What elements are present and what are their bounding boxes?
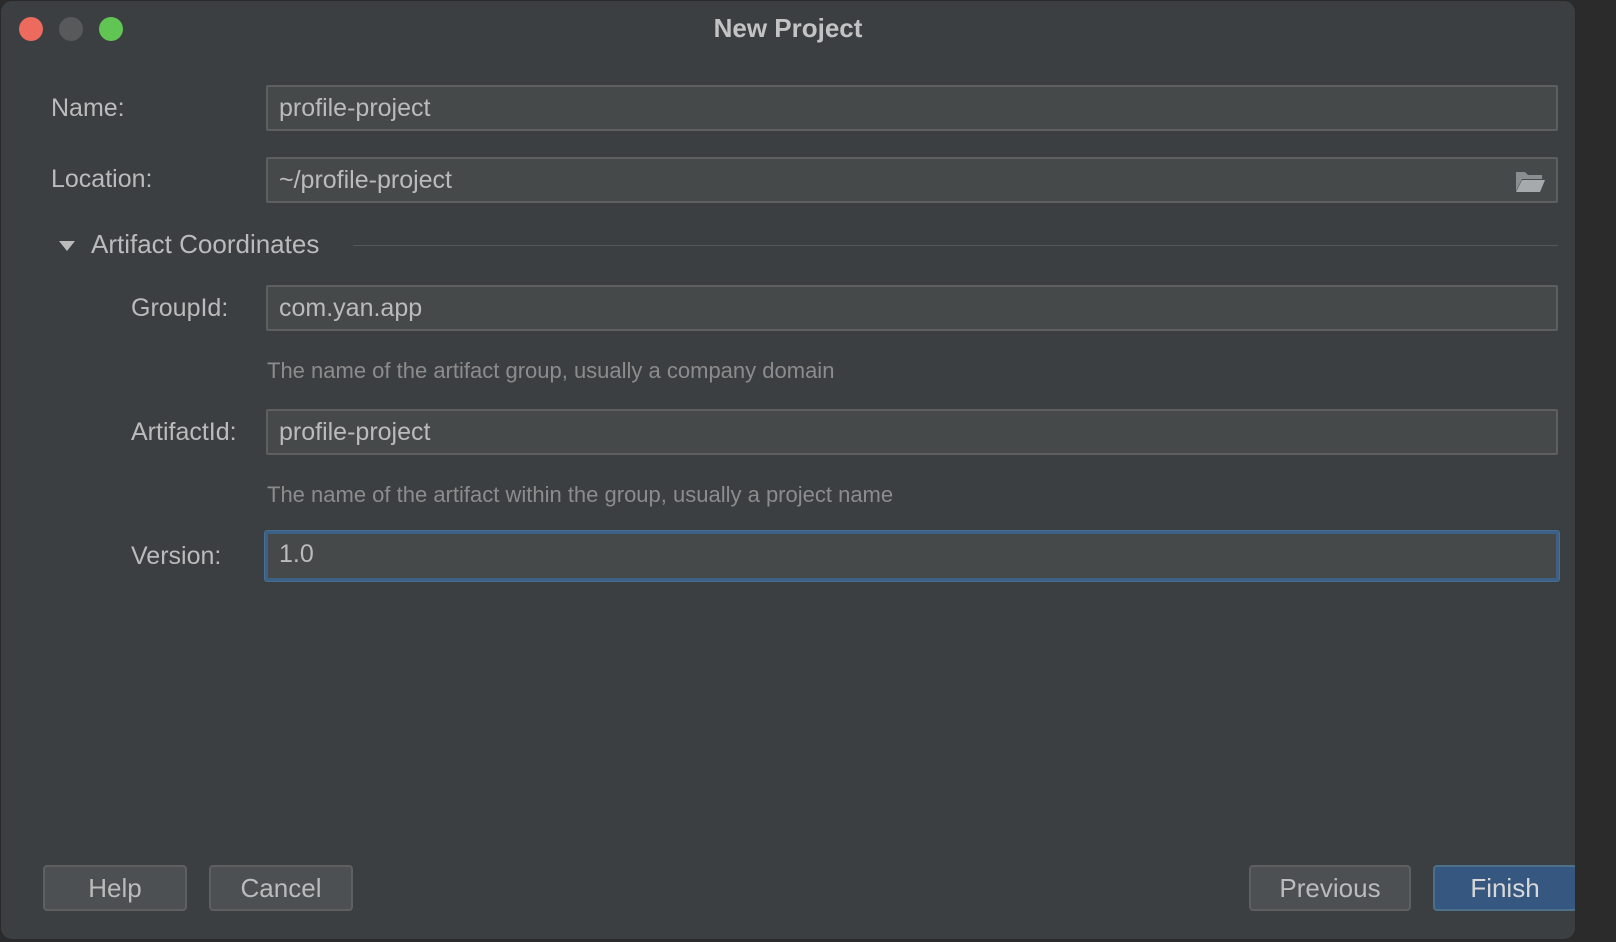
finish-button[interactable]: Finish xyxy=(1433,865,1575,911)
collapse-chevron-icon[interactable] xyxy=(57,239,77,253)
groupid-hint: The name of the artifact group, usually … xyxy=(267,358,835,383)
artifact-coordinates-title[interactable]: Artifact Coordinates xyxy=(91,229,319,260)
groupid-label: GroupId: xyxy=(131,294,229,322)
version-field[interactable]: 1.0 xyxy=(265,531,1559,581)
cancel-button[interactable]: Cancel xyxy=(209,865,353,911)
title-bar[interactable]: New Project xyxy=(1,1,1575,55)
new-project-dialog: New Project Name: profile-project Locati… xyxy=(0,0,1576,940)
window-title: New Project xyxy=(713,13,863,43)
location-value: ~/profile-project xyxy=(279,166,452,194)
version-label: Version: xyxy=(131,542,222,570)
location-label: Location: xyxy=(51,165,153,193)
artifactid-field[interactable]: profile-project xyxy=(266,409,1558,455)
section-divider xyxy=(353,245,1558,246)
name-label: Name: xyxy=(51,94,125,122)
location-field[interactable]: ~/profile-project xyxy=(266,157,1558,203)
name-field[interactable]: profile-project xyxy=(266,85,1558,131)
artifactid-hint: The name of the artifact within the grou… xyxy=(267,482,894,507)
help-button[interactable]: Help xyxy=(43,865,187,911)
groupid-field[interactable]: com.yan.app xyxy=(266,285,1558,331)
artifactid-label: ArtifactId: xyxy=(131,418,237,446)
previous-button[interactable]: Previous xyxy=(1249,865,1411,911)
folder-icon[interactable] xyxy=(1514,168,1546,194)
